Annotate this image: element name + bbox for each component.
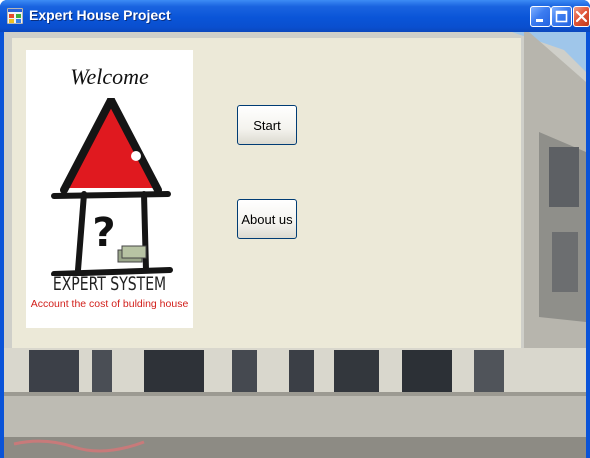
windows-form-icon (7, 8, 23, 24)
main-panel: Welcome ? EXPERT SYSTEM Account the cost… (12, 38, 521, 348)
expert-system-brand: EXPERT SYSTEM (52, 274, 167, 296)
maximize-button[interactable] (551, 6, 572, 27)
title-bar[interactable]: Expert House Project (0, 0, 590, 32)
close-button[interactable] (573, 6, 590, 27)
form-client-area: Welcome ? EXPERT SYSTEM Account the cost… (4, 32, 586, 458)
window-title: Expert House Project (29, 7, 171, 23)
close-icon (575, 10, 588, 23)
house-question-icon: ? (51, 98, 173, 276)
tagline-text: Account the cost of bulding house (30, 298, 189, 310)
start-button[interactable]: Start (237, 105, 297, 145)
maximize-icon (555, 10, 568, 23)
minimize-button[interactable] (530, 6, 551, 27)
svg-text:?: ? (92, 210, 115, 256)
welcome-text: Welcome (70, 64, 149, 89)
logo-image: Welcome ? EXPERT SYSTEM Account the cost… (26, 50, 193, 328)
app-window: Expert House Project Welcome ? EXPERT SY… (0, 0, 590, 458)
minimize-icon (536, 19, 543, 22)
about-us-button[interactable]: About us (237, 199, 297, 239)
